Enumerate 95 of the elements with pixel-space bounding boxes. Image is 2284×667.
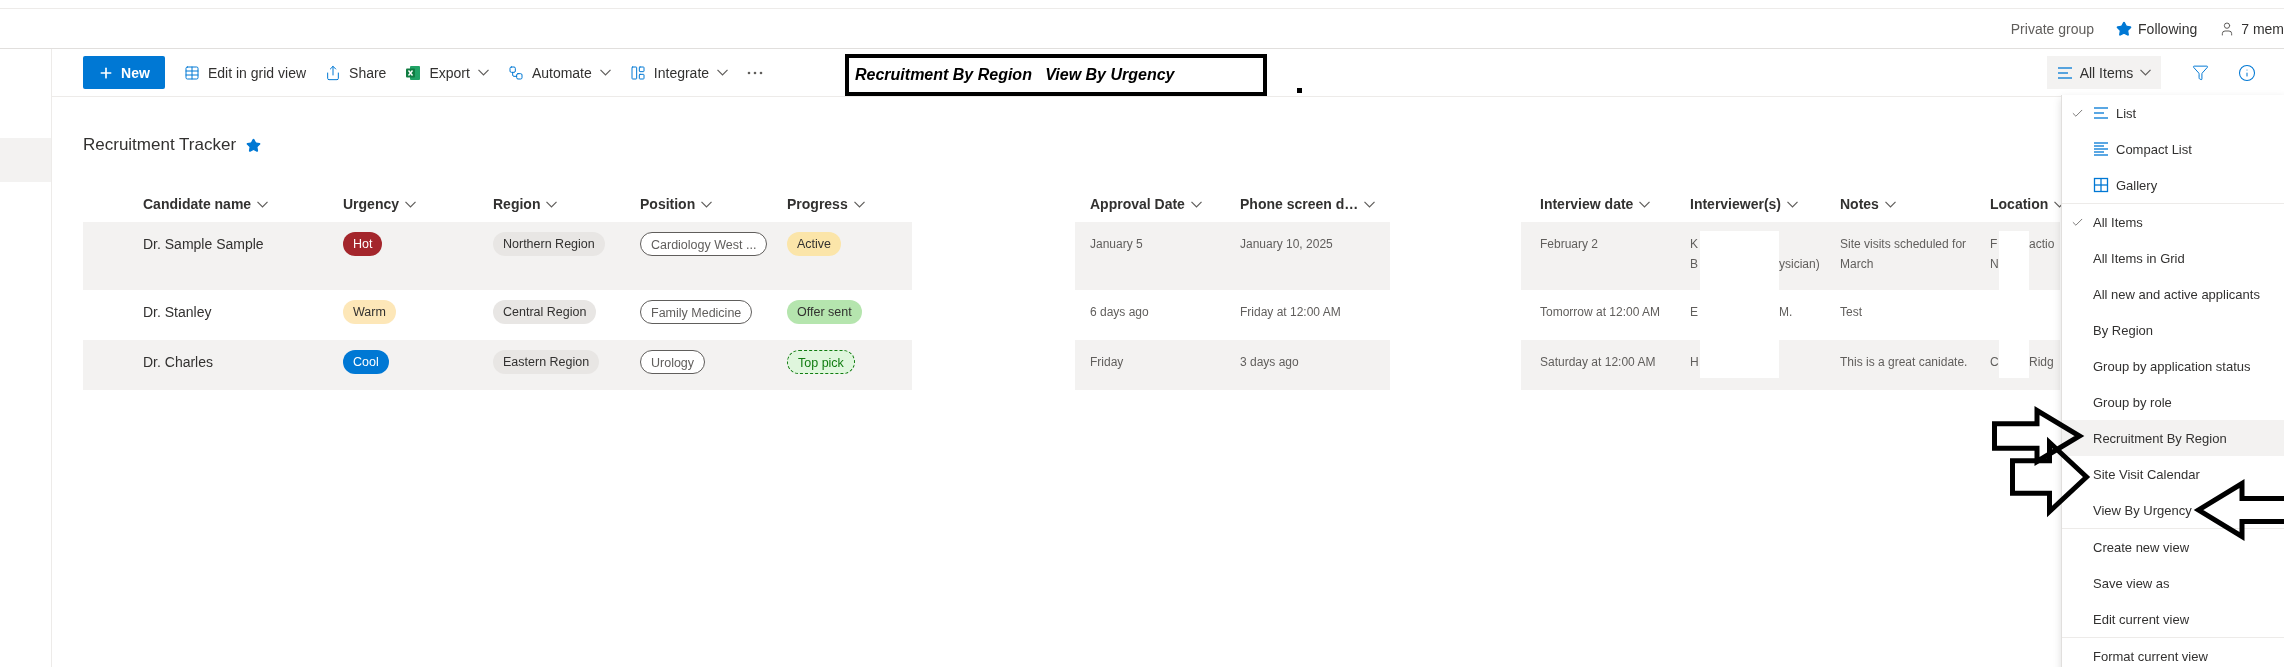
table-cell-text: Site visits scheduled for March <box>1840 236 1968 273</box>
column-header[interactable]: Progress <box>787 196 865 212</box>
category-tag: Cool <box>343 350 389 374</box>
table-cell-text: Friday <box>1090 354 1125 371</box>
table-row[interactable]: Dr. Sample Sample Hot Northern Region Cardiology West ... Active January 5 January 10, 2025 February 2 K B ysician) Site visits scheduled for March F actio N <box>83 222 2060 290</box>
share-icon <box>325 64 342 81</box>
caret-icon <box>701 200 713 208</box>
category-tag: Northern Region <box>493 232 605 256</box>
table-cell-text: 3 days ago <box>1240 354 1300 371</box>
menu-item[interactable]: Recruitment By Region <box>2062 420 2284 456</box>
caret-icon <box>405 200 417 208</box>
category-tag: Cardiology West ... <box>640 232 768 256</box>
column-header[interactable]: Interviewer(s) <box>1690 196 1799 212</box>
cell-fragment: B <box>1690 256 1698 273</box>
gallery-icon <box>2093 177 2109 193</box>
flow-icon <box>507 64 524 81</box>
stray-mark <box>1297 88 1302 93</box>
caret-icon <box>257 200 269 208</box>
compact-list-icon <box>2093 141 2109 157</box>
category-tag: Warm <box>343 300 396 324</box>
toolbar-button[interactable]: Automate <box>507 64 611 81</box>
candidate-name[interactable]: Dr. Sample Sample <box>143 236 264 252</box>
category-tag: Urology <box>640 350 706 374</box>
caret-icon <box>1364 200 1376 208</box>
caret-icon <box>599 69 611 76</box>
filter-button[interactable] <box>2192 64 2209 81</box>
toolbar-button[interactable]: Integrate <box>629 64 729 81</box>
caret-icon <box>2140 69 2152 76</box>
follow-link[interactable]: Following <box>2116 20 2198 37</box>
column-header[interactable]: Notes <box>1840 196 1896 212</box>
caret-icon <box>1190 200 1202 208</box>
cell-fragment: C <box>1990 354 1999 371</box>
toolbar-button[interactable]: Edit in grid view <box>184 64 307 81</box>
table-cell-text: January 5 <box>1090 236 1144 253</box>
cell-fragment: N <box>1990 256 1999 273</box>
more-icon <box>747 70 764 75</box>
annotation-box: Recruitment By Region View By Urgency <box>845 54 1267 96</box>
caret-icon <box>1639 200 1651 208</box>
cell-fragment: Ridg <box>2029 354 2054 371</box>
cell-fragment: K <box>1690 236 1698 253</box>
cell-fragment: H <box>1690 354 1699 371</box>
category-tag: Offer sent <box>787 300 862 324</box>
table-row[interactable]: Dr. Charles Cool Eastern Region Urology Top pick Friday 3 days ago Saturday at 12:00 AM H This is a great canidate. C Ridg <box>83 340 2060 390</box>
category-tag: Hot <box>343 232 383 256</box>
category-tag: Eastern Region <box>493 350 600 374</box>
caret-icon <box>717 69 729 76</box>
star-icon[interactable] <box>246 137 262 153</box>
table-cell-text: Tomorrow at 12:00 AM <box>1540 304 1662 321</box>
list-icon <box>2056 64 2073 81</box>
more-button[interactable] <box>747 70 764 75</box>
candidate-name[interactable]: Dr. Stanley <box>143 304 212 320</box>
cell-fragment: ysician) <box>1779 256 1820 273</box>
caret-icon <box>853 200 865 208</box>
grid-icon <box>184 64 200 81</box>
caret-icon <box>477 69 489 76</box>
menu-item[interactable]: List <box>2062 95 2284 131</box>
table-cell-text: January 10, 2025 <box>1240 236 1334 253</box>
members-link[interactable]: 7 mem <box>2219 20 2284 37</box>
info-icon <box>2238 63 2256 82</box>
table-cell-text: Test <box>1840 304 1863 321</box>
column-header[interactable]: Candidate name <box>143 196 269 212</box>
column-header[interactable]: Interview date <box>1540 196 1651 212</box>
category-tag: Central Region <box>493 300 597 324</box>
list-title: Recruitment Tracker <box>83 135 237 155</box>
column-header[interactable]: Phone screen d… <box>1240 196 1376 212</box>
panel-icon <box>629 64 646 81</box>
cell-fragment: F <box>1990 236 1998 253</box>
filter-icon <box>2192 64 2209 81</box>
column-header[interactable]: Urgency <box>343 196 417 212</box>
privacy-label: Private group <box>2010 20 2095 37</box>
table-cell-text: Saturday at 12:00 AM <box>1540 354 1657 371</box>
view-switcher[interactable]: All Items <box>2047 56 2161 89</box>
list-icon <box>2093 105 2109 121</box>
caret-icon <box>1884 200 1896 208</box>
toolbar-button[interactable]: Share <box>325 64 387 81</box>
cell-fragment: M. <box>1779 304 1793 321</box>
table-cell-text: Friday at 12:00 AM <box>1240 304 1342 321</box>
category-tag: Family Medicine <box>640 300 753 324</box>
category-tag: Active <box>787 232 842 256</box>
toolbar-button[interactable]: Export <box>405 64 489 81</box>
column-header[interactable]: Region <box>493 196 558 212</box>
cell-fragment: E <box>1690 304 1698 321</box>
table-cell-text: This is a great canidate. <box>1840 354 1969 371</box>
caret-icon <box>1787 200 1799 208</box>
table-cell-text: February 2 <box>1540 236 1600 253</box>
spreadsheet-icon <box>405 64 422 81</box>
new-button[interactable]: New <box>83 56 165 89</box>
category-tag: Top pick <box>787 350 855 374</box>
candidate-name[interactable]: Dr. Charles <box>143 354 214 370</box>
cell-fragment: actio <box>2029 236 2055 253</box>
column-header[interactable]: Position <box>640 196 713 212</box>
info-button[interactable] <box>2238 63 2256 82</box>
caret-icon <box>546 200 558 208</box>
table-cell-text: 6 days ago <box>1090 304 1150 321</box>
column-header[interactable]: Approval Date <box>1090 196 1202 212</box>
